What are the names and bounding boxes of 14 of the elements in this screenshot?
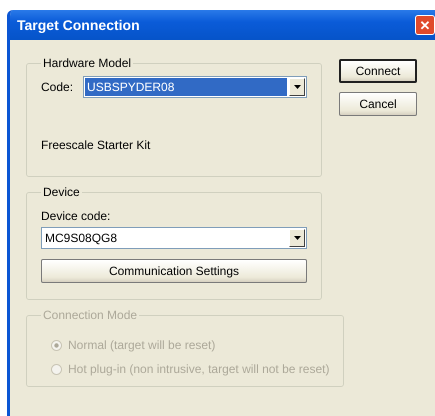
group-title: Device (42, 185, 81, 199)
dropdown-field[interactable]: MC9S08QG8 (41, 227, 307, 249)
field-label: Device code: (41, 209, 112, 223)
field-label: Code: (41, 80, 74, 94)
close-button[interactable]: ✕ (415, 15, 435, 35)
description-text: Freescale Starter Kit (41, 138, 152, 152)
field-value: USBSPYDER08 (85, 78, 287, 96)
dialog-button[interactable]: Cancel (339, 92, 417, 116)
group-title: Hardware Model (42, 56, 132, 70)
group-title: Connection Mode (42, 308, 138, 322)
dialog-button[interactable]: Connect (339, 59, 417, 83)
window-title: Target Connection (17, 17, 141, 33)
dropdown-field[interactable]: USBSPYDER08 (83, 76, 307, 98)
communication-settings-button[interactable]: Communication Settings (41, 259, 307, 283)
